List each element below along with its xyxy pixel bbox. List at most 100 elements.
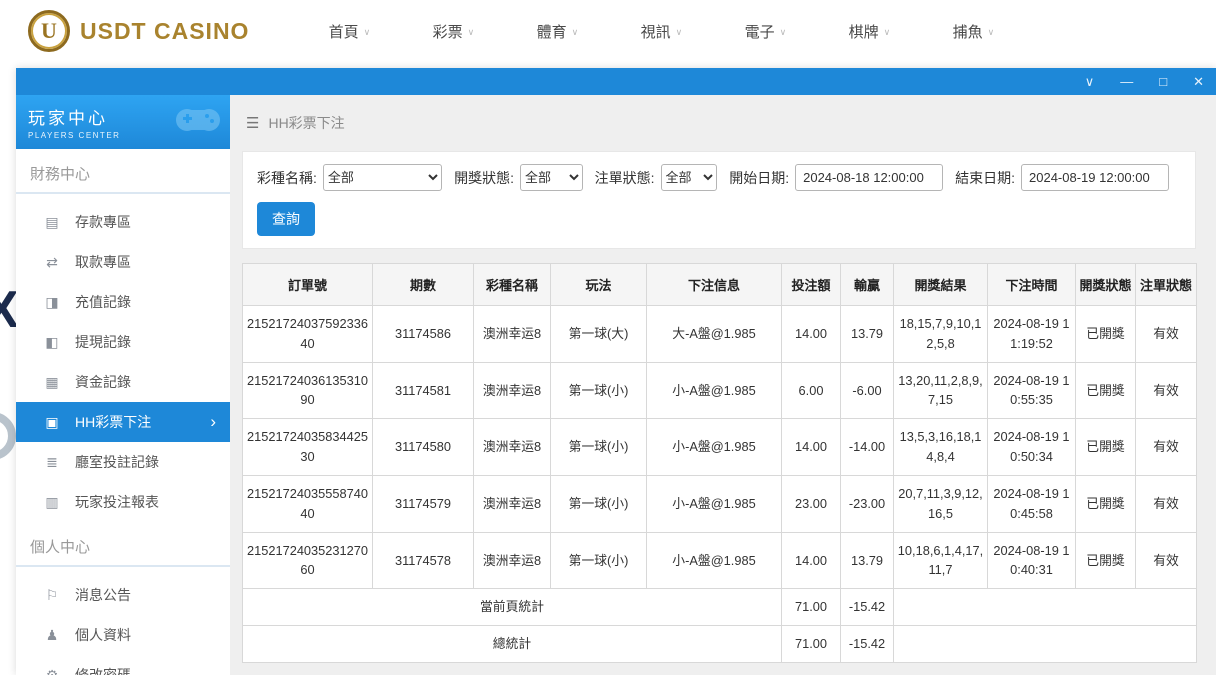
recharge-record-icon: ◨ xyxy=(45,293,59,310)
nav-item-首頁[interactable]: 首頁 ∨ xyxy=(301,21,397,42)
sidebar-item-label: 玩家投注報表 xyxy=(75,494,159,510)
table-cell: 6.00 xyxy=(781,361,841,420)
sidebar-item-recharge-record[interactable]: ◨ 充值記錄 xyxy=(16,282,230,322)
table-cell: 31174580 xyxy=(372,418,474,476)
table-row: 2152172403523127060 31174578 澳洲幸运8 第一球(小) 小-… xyxy=(242,531,1197,590)
room-bet-record-icon: ≣ xyxy=(46,453,58,470)
logo-monogram: U xyxy=(41,18,57,43)
table-cell: 2152172403583442530 xyxy=(242,418,373,476)
lottery-name-label: 彩種名稱: xyxy=(257,169,317,186)
logo-text: USDT CASINO xyxy=(80,17,250,44)
nav-item-體育[interactable]: 體育 ∨ xyxy=(509,21,605,42)
table-cell: 31174586 xyxy=(372,305,474,363)
table-cell: 31174581 xyxy=(372,361,474,420)
sidebar-item-change-password[interactable]: ⚙ 修改密碼 xyxy=(16,655,230,675)
summary-bet-total: 71.00 xyxy=(781,625,841,663)
summary-label: 當前頁統計 xyxy=(242,588,782,627)
table-row: 2152172403759233640 31174586 澳洲幸运8 第一球(大) 大-… xyxy=(242,305,1197,363)
table-cell: 31174579 xyxy=(372,474,474,533)
sidebar-item-label: 充值記錄 xyxy=(75,294,131,310)
table-cell: 18,15,7,9,10,12,5,8 xyxy=(893,305,988,363)
usdt-casino-logo[interactable]: U USDT CASINO xyxy=(28,10,249,52)
table-cell: 第一球(小) xyxy=(550,474,647,533)
close-window-icon[interactable]: ✕ xyxy=(1193,75,1204,88)
sidebar-item-lottery-bet[interactable]: ▣ HH彩票下注 › xyxy=(16,402,230,442)
collapse-window-icon[interactable]: ∨ xyxy=(1085,75,1095,88)
table-cell: 14.00 xyxy=(781,531,841,590)
gamepad-icon xyxy=(174,103,222,142)
change-password-icon: ⚙ xyxy=(45,666,59,675)
nav-item-捕魚[interactable]: 捕魚 ∨ xyxy=(925,21,1021,42)
sidebar-item-funds-record[interactable]: ▦ 資金記錄 xyxy=(16,362,230,402)
chevron-down-icon: ∨ xyxy=(675,26,683,37)
chevron-down-icon: ∨ xyxy=(883,26,891,37)
table-cell: -23.00 xyxy=(840,474,894,533)
sidebar-item-withdraw[interactable]: ⇄ 取款專區 xyxy=(16,242,230,282)
order-status-label: 注單狀態: xyxy=(594,169,655,186)
table-cell: 2152172403759233640 xyxy=(242,305,373,363)
sidebar-item-profile[interactable]: ♟ 個人資料 xyxy=(16,615,230,655)
summary-label: 總統計 xyxy=(242,625,782,663)
table-cell: -14.00 xyxy=(840,418,894,476)
lottery-name-select[interactable]: 全部 xyxy=(322,164,443,191)
nav-item-label: 電子 xyxy=(744,23,775,41)
nav-item-label: 體育 xyxy=(536,23,567,41)
table-row: 2152172403583442530 31174580 澳洲幸运8 第一球(小) 小-… xyxy=(242,418,1197,476)
sidebar-item-label: 存款專區 xyxy=(75,214,131,230)
main-nav: 首頁 ∨ 彩票 ∨ 體育 ∨ 視訊 ∨ 電子 ∨ 棋牌 ∨ 捕魚 ∨ xyxy=(301,21,1029,42)
table-row: 2152172403555874040 31174579 澳洲幸运8 第一球(小) 小-… xyxy=(242,474,1197,533)
summary-empty-cell xyxy=(893,625,1197,663)
nav-item-彩票[interactable]: 彩票 ∨ xyxy=(405,21,501,42)
profile-icon: ♟ xyxy=(45,626,59,643)
table-header-cell: 開獎結果 xyxy=(893,263,988,306)
table-cell: 有效 xyxy=(1135,474,1197,533)
table-header-cell: 開獎狀態 xyxy=(1075,263,1136,306)
nav-item-label: 捕魚 xyxy=(952,23,983,41)
main-content: ☰ HH彩票下注 彩種名稱: 全部 開獎狀態: 全部 注單狀態: 全部 開始日期… xyxy=(230,95,1216,675)
top-navigation: U USDT CASINO 首頁 ∨ 彩票 ∨ 體育 ∨ 視訊 ∨ 電子 ∨ 棋牌 ∨ 捕魚 ∨ xyxy=(0,0,1216,62)
table-cell: 23.00 xyxy=(781,474,841,533)
summary-winloss-total: -15.42 xyxy=(840,588,894,627)
sidebar-item-label: 取款專區 xyxy=(75,254,131,270)
table-cell: 2152172403523127060 xyxy=(242,531,373,590)
table-header-cell: 彩種名稱 xyxy=(473,263,551,306)
table-header-row: 訂單號 期數 彩種名稱 玩法 下注信息 投注額 輸贏 開獎結果 下注時間 開獎狀態 注單狀態 xyxy=(242,263,1197,306)
nav-item-電子[interactable]: 電子 ∨ xyxy=(717,21,813,42)
nav-item-棋牌[interactable]: 棋牌 ∨ xyxy=(821,21,917,42)
table-cell: 2152172403613531090 xyxy=(242,361,373,420)
chevron-right-icon: › xyxy=(210,412,216,431)
withdraw-icon: ⇄ xyxy=(46,253,58,270)
maximize-window-icon[interactable]: □ xyxy=(1159,75,1167,88)
sidebar-item-announcement[interactable]: ⚐ 消息公告 xyxy=(16,575,230,615)
table-cell: 第一球(小) xyxy=(550,418,647,476)
announcement-icon: ⚐ xyxy=(45,586,59,603)
table-cell: 14.00 xyxy=(781,418,841,476)
sidebar-item-room-bet-record[interactable]: ≣ 廳室投註記錄 xyxy=(16,442,230,482)
table-header-cell: 訂單號 xyxy=(242,263,373,306)
chevron-down-icon: ∨ xyxy=(571,26,579,37)
nav-item-視訊[interactable]: 視訊 ∨ xyxy=(613,21,709,42)
sidebar-item-player-bet-report[interactable]: ▥ 玩家投注報表 xyxy=(16,482,230,522)
draw-status-select[interactable]: 全部 xyxy=(520,164,583,191)
start-date-input[interactable] xyxy=(795,164,944,191)
query-button[interactable]: 查詢 xyxy=(257,202,315,236)
table-cell: 澳洲幸运8 xyxy=(473,361,551,420)
deposit-icon: ▤ xyxy=(45,213,59,230)
menu-icon[interactable]: ☰ xyxy=(246,114,259,132)
start-date-label: 開始日期: xyxy=(729,169,790,186)
end-date-input[interactable] xyxy=(1021,164,1169,191)
sidebar-item-withdrawal-record[interactable]: ◧ 提現記錄 xyxy=(16,322,230,362)
sidebar-item-label: 消息公告 xyxy=(75,587,131,603)
minimize-window-icon[interactable]: — xyxy=(1120,75,1133,88)
table-header-cell: 下注信息 xyxy=(646,263,782,306)
filter-panel: 彩種名稱: 全部 開獎狀態: 全部 注單狀態: 全部 開始日期: 結束日期: xyxy=(242,151,1196,249)
order-status-select[interactable]: 全部 xyxy=(660,164,718,191)
chevron-down-icon: ∨ xyxy=(467,26,475,37)
sidebar-item-deposit[interactable]: ▤ 存款專區 xyxy=(16,202,230,242)
chevron-down-icon: ∨ xyxy=(987,26,995,37)
table-cell: 13.79 xyxy=(840,531,894,590)
summary-row: 當前頁統計 71.00 -15.42 xyxy=(242,588,1197,627)
sidebar-item-label: 廳室投註記錄 xyxy=(75,454,159,470)
table-cell: 14.00 xyxy=(781,305,841,363)
table-cell: 有效 xyxy=(1135,418,1197,476)
